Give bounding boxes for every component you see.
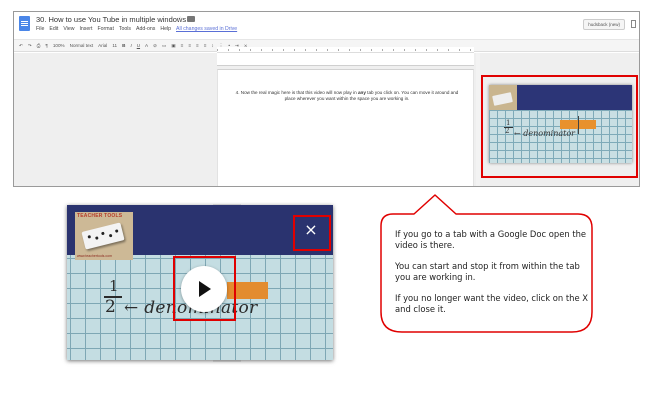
logo-footer: www.teachertools.com: [77, 254, 113, 258]
bubble-text: If you go to a tab with a Google Doc ope…: [395, 229, 595, 324]
highlight-box-close: [293, 215, 331, 251]
comment-icon[interactable]: ▭: [162, 43, 166, 49]
line-spacing-icon[interactable]: ↕: [211, 43, 213, 49]
menu-insert[interactable]: Insert: [79, 26, 92, 32]
docs-logo-icon[interactable]: [19, 16, 30, 31]
doc-title[interactable]: 30. How to use You Tube in multiple wind…: [36, 15, 186, 24]
paint-format-icon[interactable]: ¶: [45, 43, 47, 49]
menu-help[interactable]: Help: [160, 26, 171, 32]
comments-icon[interactable]: [631, 20, 636, 28]
menu-file[interactable]: File: [36, 26, 44, 32]
menu-format[interactable]: Format: [97, 26, 113, 32]
menu-tools[interactable]: Tools: [119, 26, 131, 32]
step-4-text: 4. Now the real magic here is that this …: [235, 90, 459, 101]
fraction-denominator: 2: [105, 297, 116, 317]
undo-icon[interactable]: ↶: [19, 43, 23, 49]
doc-scrollbar[interactable]: [476, 53, 480, 186]
doc-page[interactable]: 4. Now the real magic here is that this …: [217, 69, 474, 186]
align-center-icon[interactable]: ≡: [188, 43, 191, 49]
highlight-box-floating-video: [481, 75, 638, 178]
folder-icon[interactable]: [187, 16, 195, 22]
previous-page: [217, 53, 474, 66]
saved-status-link[interactable]: All changes saved in Drive: [176, 26, 237, 32]
doc-header: 30. How to use You Tube in multiple wind…: [14, 12, 639, 39]
menu-addons[interactable]: Add-ons: [136, 26, 155, 32]
print-icon[interactable]: ⎙: [37, 43, 41, 49]
logo-title: TEACHER TOOLS: [77, 213, 123, 219]
bold-icon[interactable]: B: [122, 43, 125, 49]
doc-menu-bar: File Edit View Insert Format Tools Add-o…: [36, 26, 237, 32]
link-icon[interactable]: ⊘: [153, 43, 157, 49]
menu-view[interactable]: View: [63, 26, 74, 32]
bubble-paragraph: If you no longer want the video, click o…: [395, 292, 589, 315]
fraction-numerator: 1: [109, 277, 119, 295]
redo-icon[interactable]: ↷: [28, 43, 32, 49]
image-icon[interactable]: ▣: [171, 43, 175, 49]
domino-image: [81, 222, 125, 250]
align-left-icon[interactable]: ≡: [181, 43, 184, 49]
user-button[interactable]: hudsback (new): [583, 19, 625, 30]
font-size-select[interactable]: 11: [112, 43, 117, 49]
font-select[interactable]: Arial: [98, 43, 107, 49]
style-select[interactable]: Normal text: [70, 43, 94, 49]
underline-icon[interactable]: U: [137, 43, 140, 49]
bubble-paragraph: If you go to a tab with a Google Doc ope…: [395, 229, 587, 251]
zoom-select[interactable]: 100%: [53, 43, 65, 49]
italic-icon[interactable]: I: [130, 43, 131, 49]
highlight-box-play: [173, 256, 236, 321]
text-color-icon[interactable]: A: [145, 43, 148, 49]
star-icon[interactable]: ☆: [177, 15, 183, 23]
justify-icon[interactable]: ≡: [204, 43, 207, 49]
align-right-icon[interactable]: ≡: [196, 43, 199, 49]
bubble-paragraph: You can start and stop it from within th…: [395, 260, 580, 283]
teacher-tools-logo: TEACHER TOOLS www.teachertools.com: [75, 212, 133, 260]
menu-edit[interactable]: Edit: [49, 26, 58, 32]
